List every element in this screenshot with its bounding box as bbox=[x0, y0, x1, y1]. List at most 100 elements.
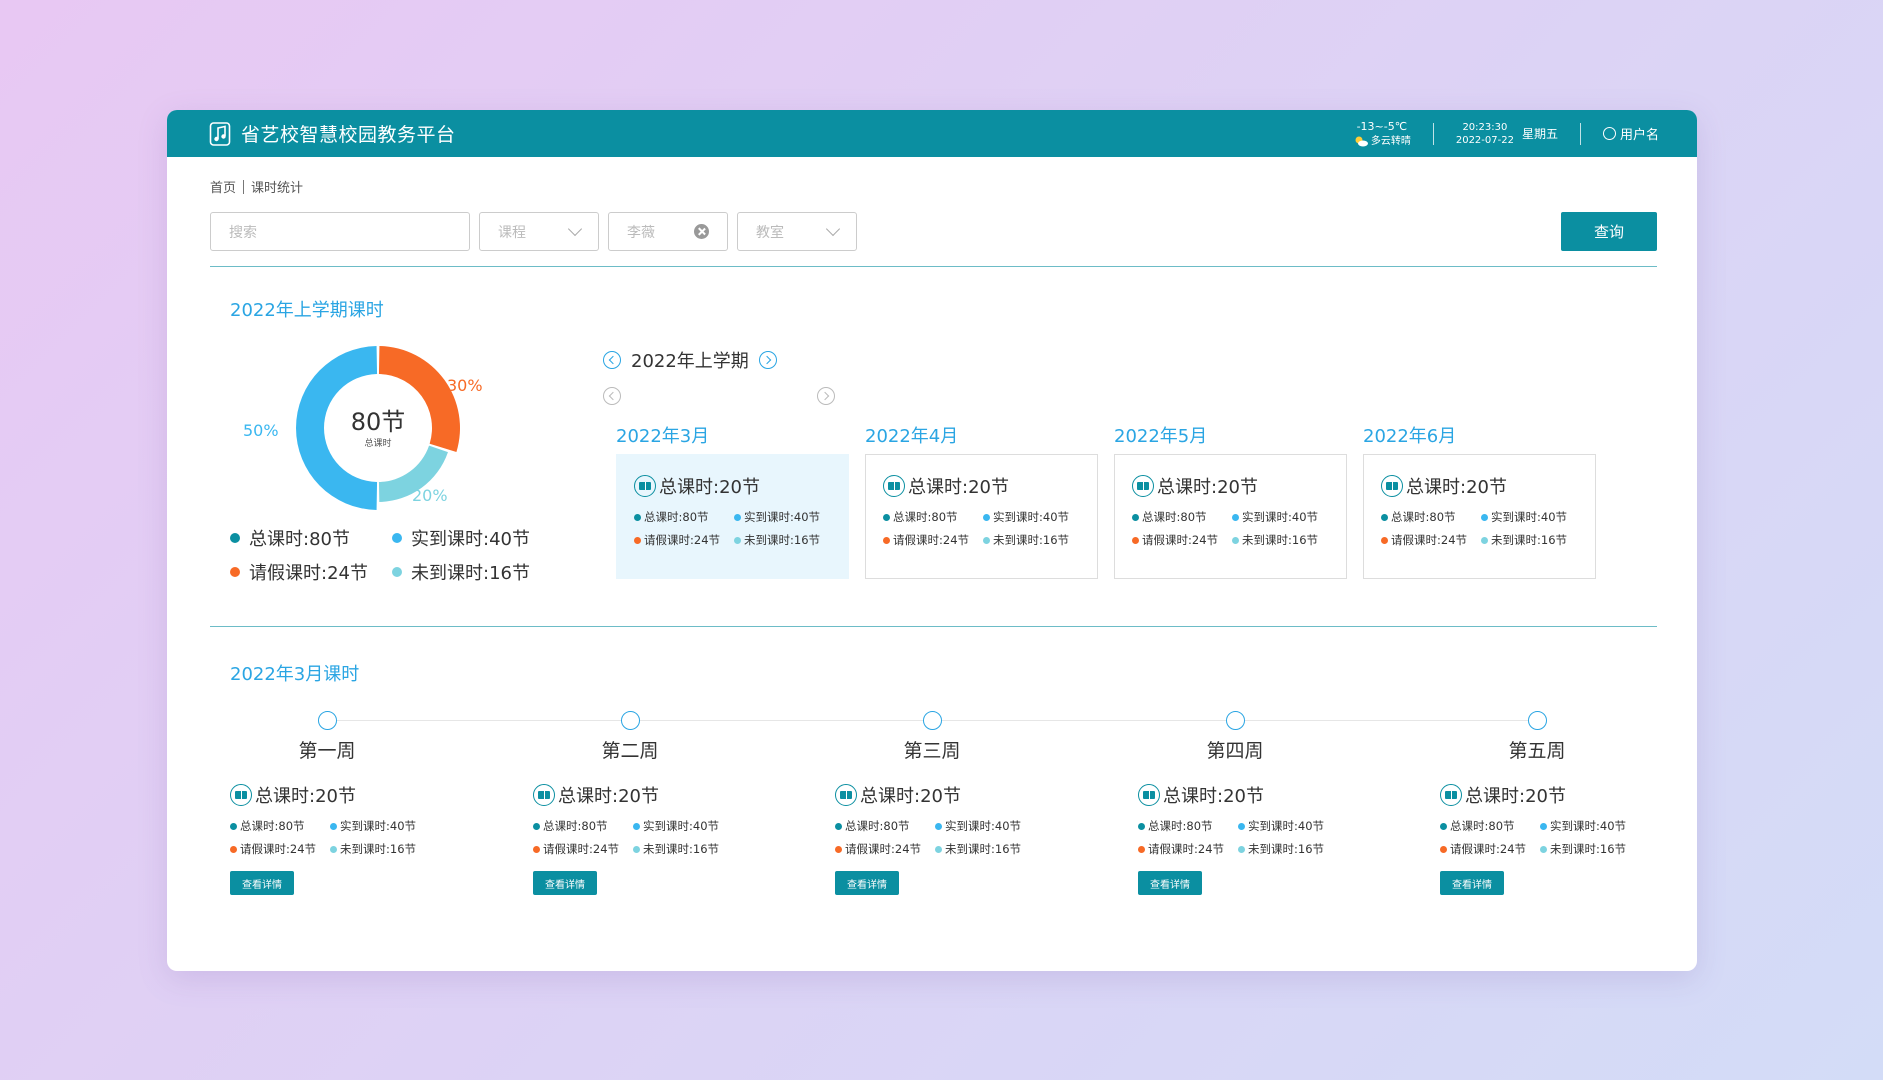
month-card[interactable]: 总课时:20节 总课时:80节 实到课时:40节 请假课时:24节 未到课时:1… bbox=[1363, 454, 1596, 579]
week-total-text: 总课时:20节 bbox=[1465, 786, 1566, 807]
stat-actual: 实到课时:40节 bbox=[340, 819, 417, 833]
view-details-button[interactable]: 查看详情 bbox=[1440, 871, 1504, 895]
stat-total: 总课时:80节 bbox=[845, 819, 910, 833]
prev-month-icon[interactable] bbox=[603, 387, 621, 405]
week-card: 总课时:20节 总课时:80节 实到课时:40节 请假课时:24节 未到课时:1… bbox=[1440, 782, 1670, 895]
semester-nav: 2022年上学期 bbox=[603, 347, 777, 373]
divider bbox=[1579, 122, 1581, 145]
week-total-text: 总课时:20节 bbox=[558, 786, 659, 807]
donut-center-label: 总课时 bbox=[364, 438, 392, 449]
clear-icon[interactable] bbox=[694, 224, 709, 239]
stat-leave: 请假课时:24节 bbox=[1450, 842, 1527, 856]
week-node[interactable] bbox=[1226, 711, 1245, 730]
legend-item-total: 总课时:80节 bbox=[230, 525, 392, 551]
book-icon bbox=[1440, 784, 1462, 806]
query-button[interactable]: 查询 bbox=[1561, 212, 1657, 251]
breadcrumb-home[interactable]: 首页 bbox=[210, 177, 236, 196]
datetime: 20:23:30 2022-07-22 星期五 bbox=[1456, 121, 1558, 147]
week-card: 总课时:20节 总课时:80节 实到课时:40节 请假课时:24节 未到课时:1… bbox=[533, 782, 763, 895]
stat-total: 总课时:80节 bbox=[644, 510, 709, 524]
stat-actual: 实到课时:40节 bbox=[945, 819, 1022, 833]
course-select[interactable]: 课程 bbox=[479, 212, 599, 251]
app-window: 省艺校智慧校园教务平台 -13~-5℃ 多云转晴 20:23:30 2022-0… bbox=[167, 110, 1697, 971]
stat-absent: 未到课时:16节 bbox=[993, 533, 1070, 547]
music-note-logo-icon bbox=[209, 121, 231, 146]
book-icon bbox=[634, 475, 656, 497]
month-total-text: 总课时:20节 bbox=[908, 477, 1009, 498]
month-total-text: 总课时:20节 bbox=[659, 477, 760, 498]
week-card: 总课时:20节 总课时:80节 实到课时:40节 请假课时:24节 未到课时:1… bbox=[835, 782, 1065, 895]
stat-total: 总课时:80节 bbox=[1142, 510, 1207, 524]
course-select-value: 课程 bbox=[498, 224, 526, 241]
legend-actual-text: 实到课时:40节 bbox=[411, 529, 530, 550]
stat-leave: 请假课时:24节 bbox=[644, 533, 721, 547]
month-total-text: 总课时:20节 bbox=[1157, 477, 1258, 498]
stat-absent: 未到课时:16节 bbox=[1550, 842, 1627, 856]
view-details-button[interactable]: 查看详情 bbox=[230, 871, 294, 895]
classroom-select-value: 教室 bbox=[756, 224, 784, 241]
month-card[interactable]: 总课时:20节 总课时:80节 实到课时:40节 请假课时:24节 未到课时:1… bbox=[1114, 454, 1347, 579]
chevron-down-icon bbox=[825, 221, 841, 237]
chevron-down-icon bbox=[567, 221, 583, 237]
view-details-button[interactable]: 查看详情 bbox=[533, 871, 597, 895]
classroom-select[interactable]: 教室 bbox=[737, 212, 857, 251]
stat-leave: 请假课时:24节 bbox=[240, 842, 317, 856]
legend-absent-text: 未到课时:16节 bbox=[411, 563, 530, 584]
stat-leave: 请假课时:24节 bbox=[543, 842, 620, 856]
legend-total-text: 总课时:80节 bbox=[249, 529, 350, 550]
week-label: 第二周 bbox=[601, 740, 659, 762]
divider bbox=[1432, 122, 1434, 145]
stat-absent: 未到课时:16节 bbox=[643, 842, 720, 856]
weather-widget: -13~-5℃ 多云转晴 bbox=[1353, 119, 1411, 149]
stat-actual: 实到课时:40节 bbox=[1491, 510, 1568, 524]
view-details-button[interactable]: 查看详情 bbox=[1138, 871, 1202, 895]
next-semester-icon[interactable] bbox=[758, 351, 777, 369]
stat-actual: 实到课时:40节 bbox=[744, 510, 821, 524]
donut-center-value: 80节 bbox=[350, 407, 406, 436]
stat-total: 总课时:80节 bbox=[240, 819, 305, 833]
user-icon bbox=[1602, 127, 1616, 140]
breadcrumb: 首页 课时统计 bbox=[210, 177, 303, 196]
prev-semester-icon[interactable] bbox=[603, 351, 621, 369]
divider bbox=[210, 266, 1657, 267]
pct-label-actual: 50% bbox=[243, 421, 279, 440]
week-node[interactable] bbox=[318, 711, 337, 730]
divider bbox=[210, 626, 1657, 627]
week-node[interactable] bbox=[923, 711, 942, 730]
pct-label-leave: 30% bbox=[447, 376, 483, 395]
legend-item-actual: 实到课时:40节 bbox=[392, 525, 560, 551]
teacher-select[interactable]: 李薇 bbox=[608, 212, 728, 251]
stat-leave: 请假课时:24节 bbox=[1391, 533, 1468, 547]
week-label: 第四周 bbox=[1206, 740, 1264, 762]
weekday-text: 星期五 bbox=[1521, 127, 1558, 141]
book-icon bbox=[835, 784, 857, 806]
stat-actual: 实到课时:40节 bbox=[643, 819, 720, 833]
month-card[interactable]: 总课时:20节 总课时:80节 实到课时:40节 请假课时:24节 未到课时:1… bbox=[616, 454, 849, 579]
month-title: 2022年4月 bbox=[865, 426, 959, 447]
semester-nav-label: 2022年上学期 bbox=[631, 351, 749, 372]
month-card[interactable]: 总课时:20节 总课时:80节 实到课时:40节 请假课时:24节 未到课时:1… bbox=[865, 454, 1098, 579]
semester-section-title: 2022年上学期课时 bbox=[230, 300, 384, 321]
user-name: 用户名 bbox=[1619, 128, 1659, 143]
week-node[interactable] bbox=[621, 711, 640, 730]
search-placeholder: 搜索 bbox=[229, 224, 257, 241]
view-details-button[interactable]: 查看详情 bbox=[835, 871, 899, 895]
week-total-text: 总课时:20节 bbox=[1163, 786, 1264, 807]
month-title: 2022年6月 bbox=[1363, 426, 1457, 447]
legend-item-absent: 未到课时:16节 bbox=[392, 559, 560, 585]
book-icon bbox=[230, 784, 252, 806]
breadcrumb-current: 课时统计 bbox=[251, 181, 304, 196]
book-icon bbox=[1138, 784, 1160, 806]
stat-absent: 未到课时:16节 bbox=[340, 842, 417, 856]
legend-item-leave: 请假课时:24节 bbox=[230, 559, 392, 585]
user-menu[interactable]: 用户名 bbox=[1602, 124, 1659, 143]
next-month-icon[interactable] bbox=[817, 387, 835, 405]
stat-actual: 实到课时:40节 bbox=[993, 510, 1070, 524]
stat-leave: 请假课时:24节 bbox=[845, 842, 922, 856]
top-bar: 省艺校智慧校园教务平台 -13~-5℃ 多云转晴 20:23:30 2022-0… bbox=[167, 110, 1697, 157]
search-input[interactable]: 搜索 bbox=[210, 212, 470, 251]
time-text: 20:23:30 bbox=[1462, 121, 1508, 133]
week-card: 总课时:20节 总课时:80节 实到课时:40节 请假课时:24节 未到课时:1… bbox=[1138, 782, 1368, 895]
stat-leave: 请假课时:24节 bbox=[1148, 842, 1225, 856]
week-node[interactable] bbox=[1528, 711, 1547, 730]
